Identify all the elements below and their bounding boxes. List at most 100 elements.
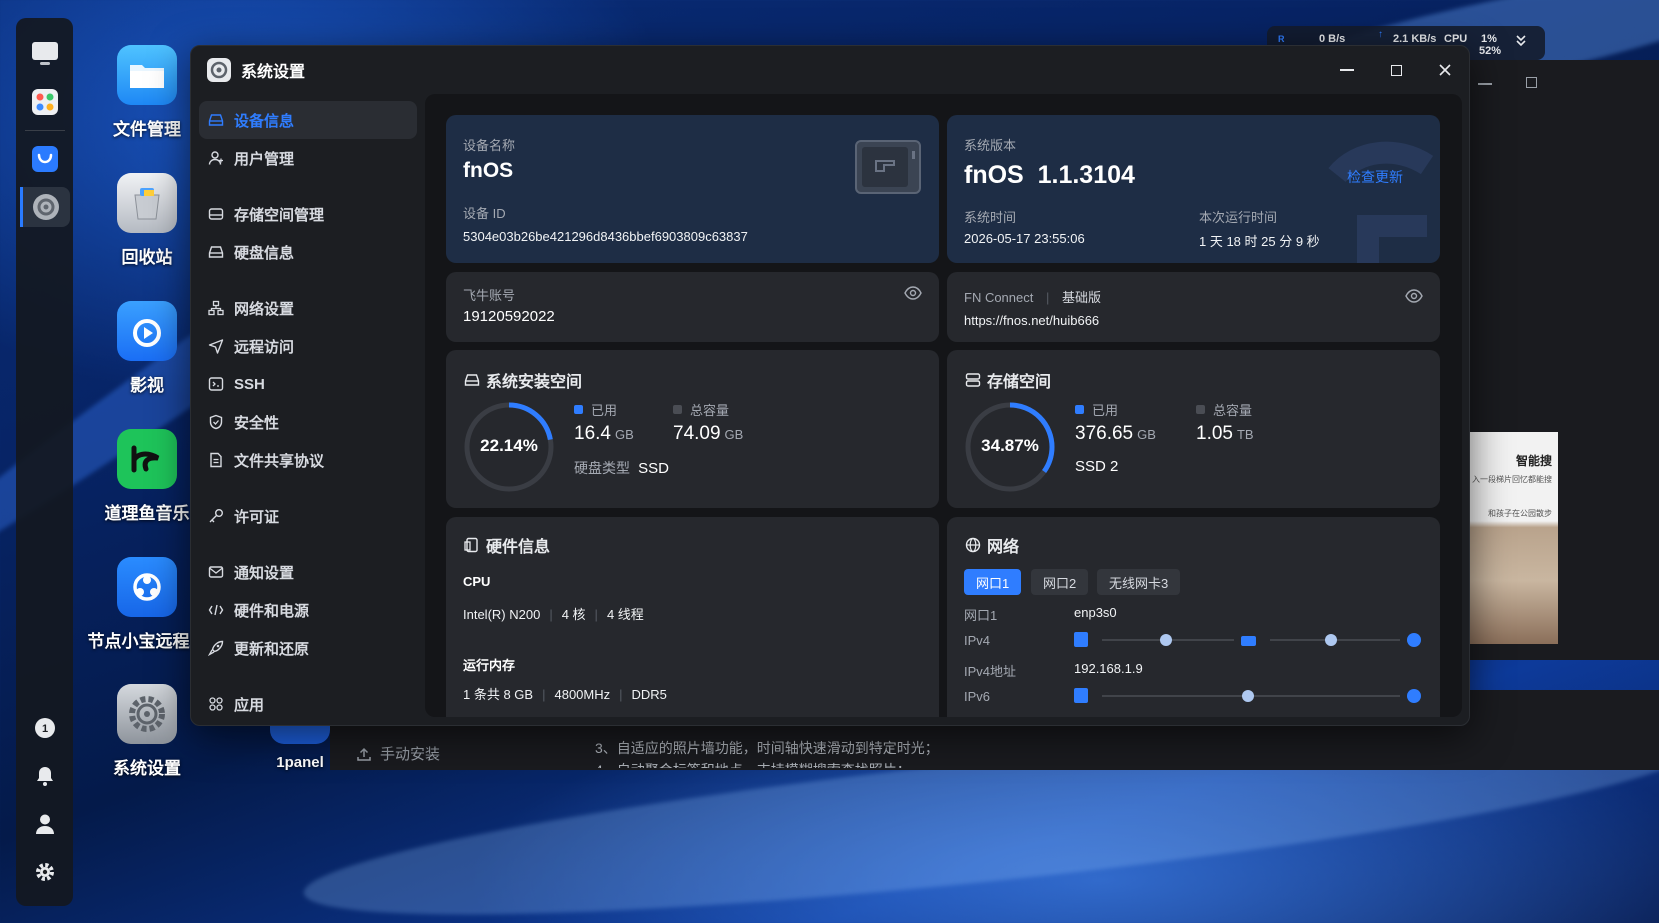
key-icon — [209, 509, 223, 523]
minimize-button[interactable] — [1335, 60, 1359, 80]
eye-icon[interactable] — [904, 286, 922, 300]
sidebar-item-label: 存储空间管理 — [234, 206, 325, 224]
dock-notification-button[interactable] — [25, 756, 65, 796]
system-time: 2026-05-17 23:55:06 — [964, 231, 1085, 246]
sidebar-item-network[interactable]: 网络设置 — [199, 289, 417, 327]
total-value: 74.09 — [673, 423, 721, 444]
used-value-row: 16.4 GB — [574, 423, 634, 445]
terminal-icon — [208, 377, 224, 391]
sidebar-item-security[interactable]: 安全性 — [199, 403, 417, 441]
dock-settings-button[interactable] — [19, 187, 70, 227]
disk-type-label: 硬盘类型 — [574, 460, 630, 476]
manual-install-button[interactable]: 手动安装 — [356, 743, 440, 764]
mail-icon — [208, 566, 224, 578]
sidebar-item-label: 设备信息 — [234, 112, 295, 130]
chip-icon — [464, 537, 478, 553]
sidebar-item-disk-info[interactable]: 硬盘信息 — [199, 233, 417, 271]
desktop-icon-recycle[interactable]: 回收站 — [87, 173, 207, 268]
remote-icon — [117, 557, 177, 617]
sidebar-item-license[interactable]: 许可证 — [199, 497, 417, 535]
disk-type: SSD — [638, 460, 670, 477]
sidebar-item-device-info[interactable]: 设备信息 — [199, 101, 417, 139]
sidebar-item-users[interactable]: 用户管理 — [199, 139, 417, 177]
globe-icon — [965, 537, 981, 553]
fn-connect-url[interactable]: https://fnos.net/huib666 — [964, 313, 1099, 328]
sidebar-item-update-restore[interactable]: 更新和还原 — [199, 629, 417, 667]
close-button[interactable] — [1433, 60, 1457, 80]
download-icon: R — [1278, 34, 1285, 44]
dock-1panel-button[interactable]: 1 — [25, 708, 65, 748]
app-store-icon — [31, 146, 58, 172]
cpu-label: CPU — [1444, 33, 1468, 45]
total-value-row: 1.05 TB — [1196, 423, 1254, 445]
total-legend: 总容量 — [673, 400, 743, 419]
storage-usage-ring: 34.87% — [964, 401, 1056, 493]
maximize-button[interactable] — [1384, 60, 1408, 80]
dock-store-button[interactable] — [25, 139, 65, 179]
separator: | — [619, 687, 623, 702]
dock-desktop-button[interactable] — [25, 34, 65, 74]
cpu-usage: 1% — [1481, 33, 1497, 45]
desktop-icon-files[interactable]: 文件管理 — [87, 45, 207, 140]
desktop-icon-video[interactable]: 影视 — [87, 301, 207, 396]
settings-window: 系统设置 设备信息 用户管理 存储空间管理 硬盘信息 网络设置 远程访问 SSH… — [190, 45, 1470, 726]
cpu-threads: 4 线程 — [606, 607, 644, 622]
tab-port2[interactable]: 网口2 — [1031, 569, 1089, 595]
sidebar-item-hardware-power[interactable]: 硬件和电源 — [199, 591, 417, 629]
sidebar-item-file-sharing[interactable]: 文件共享协议 — [199, 441, 417, 479]
device-name: fnOS — [463, 159, 514, 182]
sidebar-item-notifications[interactable]: 通知设置 — [199, 553, 417, 591]
tab-port1[interactable]: 网口1 — [964, 569, 1022, 595]
chevron-down-icon[interactable] — [1515, 34, 1527, 51]
ipv4-address-label: IPv4地址 — [964, 664, 1017, 679]
card-header: 存储空间 — [965, 368, 1051, 392]
bg-text-line3: 3、自适应的照片墙功能，时间轴快速滑动到特定时光； — [595, 740, 939, 756]
rocket-icon — [208, 640, 224, 656]
device-name-card: 设备名称 fnOS 设备 ID 5304e03b26be421296d8436b… — [446, 115, 939, 263]
shield-icon — [209, 414, 223, 430]
desktop-icon-settings[interactable]: 系统设置 — [87, 684, 207, 779]
total-legend: 总容量 — [1196, 400, 1254, 419]
sidebar-item-label: 文件共享协议 — [234, 452, 325, 470]
settings-app-icon — [207, 58, 231, 82]
uptime: 1 天 18 时 25 分 9 秒 — [1199, 234, 1320, 249]
dock-user-button[interactable] — [25, 804, 65, 844]
desktop-icon-music[interactable]: 道理鱼音乐 — [87, 429, 207, 524]
disk-icon — [208, 246, 224, 258]
desktop-icon-label: 系统设置 — [113, 759, 181, 778]
sidebar-item-label: 用户管理 — [234, 150, 295, 168]
card-header: 系统安装空间 — [464, 368, 582, 392]
hardware-info-card: 硬件信息 CPU Intel(R) N200 | 4 核 | 4 线程 运行内存 1 条… — [446, 517, 939, 717]
device-id-label: 设备 ID — [463, 206, 506, 221]
check-update-link[interactable]: 检查更新 — [1347, 167, 1403, 187]
folder-icon — [117, 45, 177, 105]
used-label: 已用 — [1092, 403, 1119, 418]
desktop-icon-remote[interactable]: 节点小宝远程助 — [87, 557, 207, 652]
upload-speed: 2.1 KB/s — [1393, 33, 1437, 45]
tab-wireless3[interactable]: 无线网卡3 — [1097, 569, 1181, 595]
memory-frequency: 4800MHz — [554, 687, 611, 702]
dock-apps-button[interactable] — [25, 82, 65, 122]
document-icon — [210, 452, 222, 468]
dock-system-gear-button[interactable] — [25, 852, 65, 892]
separator: | — [594, 607, 598, 622]
sidebar-item-storage[interactable]: 存储空间管理 — [199, 195, 417, 233]
separator: | — [542, 687, 546, 702]
sidebar-item-remote-access[interactable]: 远程访问 — [199, 327, 417, 365]
app-grid-icon — [31, 89, 58, 115]
sidebar-item-ssh[interactable]: SSH — [199, 365, 417, 403]
dock: 1 — [16, 18, 73, 906]
internet-node-icon — [1407, 689, 1421, 703]
used-value: 376.65 — [1075, 423, 1134, 444]
sidebar-item-label: 更新和还原 — [234, 640, 310, 658]
upload-arrow-icon: ↑ — [1378, 29, 1383, 40]
nas-device-icon — [855, 140, 921, 194]
gear-icon — [35, 863, 54, 881]
thumb-title: 智能搜 — [1516, 454, 1553, 468]
fn-connect-edition: 基础版 — [1062, 290, 1102, 305]
eye-icon[interactable] — [1405, 289, 1423, 303]
cpu-model: Intel(R) N200 — [463, 607, 541, 622]
fn-account-label: 飞牛账号 — [463, 288, 516, 303]
sidebar-item-apps[interactable]: 应用 — [199, 685, 417, 723]
